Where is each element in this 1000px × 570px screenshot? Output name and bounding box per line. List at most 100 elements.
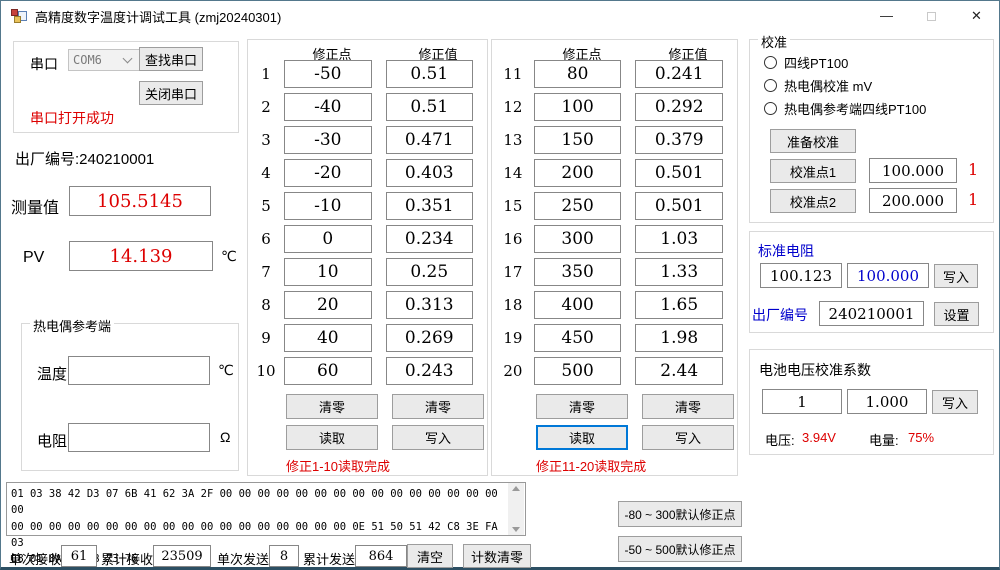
voltage-label: 电压: [765, 430, 795, 449]
correction-point-input[interactable]: -10 [284, 192, 371, 220]
correction-point-input[interactable]: 10 [284, 258, 371, 286]
correction-point-input[interactable]: 350 [534, 258, 622, 286]
correction-value-input[interactable]: 0.243 [386, 357, 473, 385]
rx-count-field[interactable]: 61 [61, 545, 97, 567]
correction-point-input[interactable]: 250 [534, 192, 622, 220]
default-points-50-500-button[interactable]: -50 ~ 500默认修正点 [618, 536, 742, 562]
correction-row: 4-200.403 [248, 159, 487, 187]
battery-coeff-new-input[interactable]: 1.000 [847, 389, 927, 414]
correction-panel-1: 修正点 修正值 1-500.512-400.513-300.4714-200.4… [247, 39, 488, 476]
correction-point-input[interactable]: 200 [534, 159, 622, 187]
serial-port-value: COM6 [69, 53, 124, 67]
hex-log-textarea[interactable]: 01 03 38 42 D3 07 6B 41 62 3A 2F 00 00 0… [6, 482, 526, 536]
correction-point-input[interactable]: 400 [534, 291, 622, 319]
correction-point-input[interactable]: 0 [284, 225, 371, 253]
write-button-1[interactable]: 写入 [392, 425, 484, 450]
correction-point-input[interactable]: 150 [534, 126, 622, 154]
calibration-point2-button[interactable]: 校准点2 [770, 189, 856, 213]
correction-point-input[interactable]: 450 [534, 324, 622, 352]
tx-total-field[interactable]: 864 [355, 545, 407, 567]
standard-resistance-current[interactable]: 100.123 [760, 263, 842, 288]
correction-value-input[interactable]: 0.501 [635, 159, 723, 187]
prepare-calibration-button[interactable]: 准备校准 [770, 129, 856, 153]
tx-count-field[interactable]: 8 [269, 545, 299, 567]
correction-value-input[interactable]: 1.03 [635, 225, 723, 253]
calibration-point1-input[interactable]: 100.000 [869, 158, 957, 183]
minimize-button[interactable]: — [864, 1, 909, 31]
pv-value-field[interactable]: 14.139 [69, 241, 213, 271]
temperature-unit-label: ℃ [218, 362, 234, 379]
correction-value-input[interactable]: 0.379 [635, 126, 723, 154]
correction-point-input[interactable]: 300 [534, 225, 622, 253]
log-scrollbar[interactable] [508, 483, 524, 535]
correction-value-input[interactable]: 0.501 [635, 192, 723, 220]
correction-value-input[interactable]: 0.292 [635, 93, 723, 121]
correction-value-input[interactable]: 0.403 [386, 159, 473, 187]
correction-value-input[interactable]: 0.351 [386, 192, 473, 220]
close-button[interactable]: ✕ [954, 1, 999, 31]
calibration-group: 校准 四线PT100 热电偶校准 mV 热电偶参考端四线PT100 准备校准 校… [749, 39, 994, 223]
calibration-point2-input[interactable]: 200.000 [869, 188, 957, 213]
resistance-input[interactable] [68, 423, 210, 452]
find-serial-button[interactable]: 查找串口 [139, 47, 203, 71]
battery-write-button[interactable]: 写入 [932, 390, 978, 414]
correction-value-input[interactable]: 0.269 [386, 324, 473, 352]
row-number: 6 [248, 230, 284, 248]
correction-value-input[interactable]: 0.25 [386, 258, 473, 286]
correction-row: 152500.501 [492, 192, 737, 220]
factory-number-input[interactable]: 240210001 [819, 301, 924, 326]
measure-value-field[interactable]: 105.5145 [69, 186, 211, 216]
correction-value-input[interactable]: 0.51 [386, 60, 473, 88]
correction-point-input[interactable]: -40 [284, 93, 371, 121]
battery-coeff-current[interactable]: 1 [762, 389, 842, 414]
clear-values-button-2[interactable]: 清零 [642, 394, 734, 419]
window-title: 高精度数字温度计调试工具 (zmj20240301) [35, 7, 281, 26]
correction-point-input[interactable]: 80 [534, 60, 622, 88]
default-points-80-300-button[interactable]: -80 ~ 300默认修正点 [618, 501, 742, 527]
rx-total-field[interactable]: 23509 [153, 545, 211, 567]
standard-resistance-new-input[interactable]: 100.000 [847, 263, 929, 288]
clear-log-button[interactable]: 清空 [407, 544, 453, 568]
radio-ref-4wire-pt100[interactable]: 热电偶参考端四线PT100 [764, 99, 926, 118]
maximize-button[interactable] [909, 1, 954, 31]
correction-value-input[interactable]: 0.234 [386, 225, 473, 253]
temperature-input[interactable] [68, 356, 210, 385]
correction-point-input[interactable]: 40 [284, 324, 371, 352]
correction-value-input[interactable]: 1.33 [635, 258, 723, 286]
clear-points-button-2[interactable]: 清零 [536, 394, 628, 419]
scroll-up-icon[interactable] [512, 486, 520, 491]
serial-port-select[interactable]: COM6 [68, 49, 140, 71]
correction-value-input[interactable]: 0.313 [386, 291, 473, 319]
correction-point-input[interactable]: 100 [534, 93, 622, 121]
correction-value-input[interactable]: 1.65 [635, 291, 723, 319]
factory-number-set-button[interactable]: 设置 [934, 302, 979, 326]
correction-point-input[interactable]: -30 [284, 126, 371, 154]
close-serial-button[interactable]: 关闭串口 [139, 81, 203, 105]
correction-point-input[interactable]: 60 [284, 357, 371, 385]
temperature-label: 温度 [37, 363, 67, 384]
calibration-point1-button[interactable]: 校准点1 [770, 159, 856, 183]
correction-point-input[interactable]: -20 [284, 159, 371, 187]
correction-value-input[interactable]: 0.471 [386, 126, 473, 154]
correction-row: 142000.501 [492, 159, 737, 187]
correction-value-input[interactable]: 0.51 [386, 93, 473, 121]
write-button-2[interactable]: 写入 [642, 425, 734, 450]
correction-value-input[interactable]: 2.44 [635, 357, 723, 385]
correction-row: 10600.243 [248, 357, 487, 385]
correction-point-input[interactable]: 500 [534, 357, 622, 385]
read-button-1[interactable]: 读取 [286, 425, 378, 450]
chevron-down-icon [123, 54, 133, 64]
correction-point-input[interactable]: -50 [284, 60, 371, 88]
clear-values-button-1[interactable]: 清零 [392, 394, 484, 419]
correction-value-input[interactable]: 1.98 [635, 324, 723, 352]
correction-value-input[interactable]: 0.241 [635, 60, 723, 88]
scroll-down-icon[interactable] [512, 527, 520, 532]
standard-resistance-write-button[interactable]: 写入 [934, 264, 978, 288]
clear-points-button-1[interactable]: 清零 [286, 394, 378, 419]
radio-4wire-pt100[interactable]: 四线PT100 [764, 53, 848, 72]
resistance-unit-label: Ω [220, 429, 230, 445]
read-button-2[interactable]: 读取 [536, 425, 628, 450]
correction-point-input[interactable]: 20 [284, 291, 371, 319]
reset-counters-button[interactable]: 计数清零 [463, 544, 531, 568]
radio-thermocouple-mv[interactable]: 热电偶校准 mV [764, 76, 872, 95]
